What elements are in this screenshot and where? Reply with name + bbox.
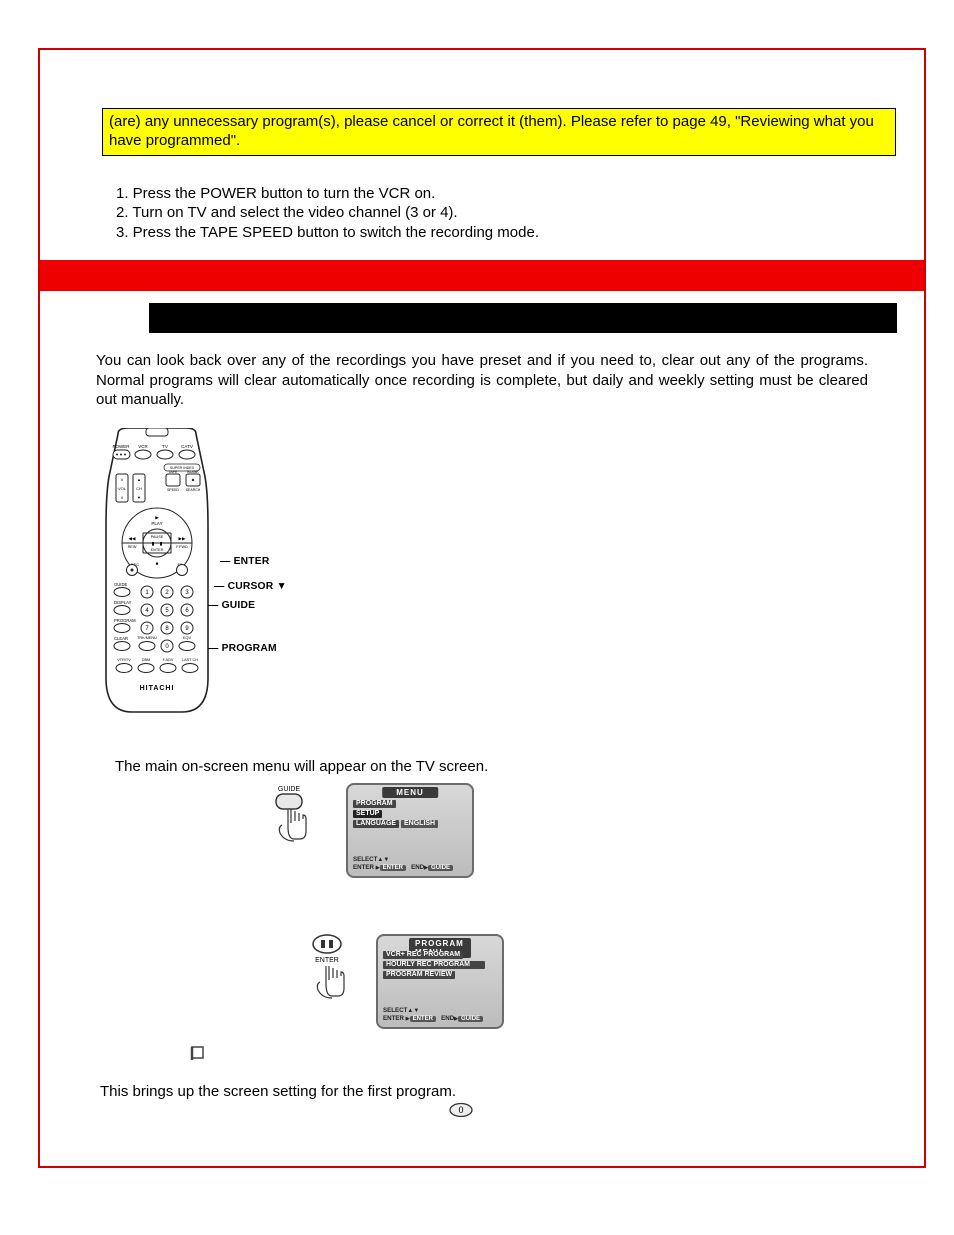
svg-text:GUIDE: GUIDE — [278, 786, 301, 793]
svg-text:DISPLAY: DISPLAY — [114, 600, 132, 605]
svg-text:▲: ▲ — [137, 477, 141, 482]
svg-text:CATV: CATV — [181, 444, 193, 449]
svg-text:∧: ∧ — [121, 477, 124, 482]
remote-callouts: — ENTER — CURSOR ▼ — GUIDE — PROGRAM — [220, 556, 287, 654]
svg-text:CH: CH — [136, 486, 142, 491]
svg-text:PAUSE: PAUSE — [151, 535, 164, 539]
callout-guide: GUIDE — [222, 600, 256, 611]
program-item-review: PROGRAM REVIEW — [383, 971, 455, 980]
menu-title: MENU — [382, 787, 438, 798]
svg-text:CLEAR: CLEAR — [114, 636, 128, 641]
menu-item-setup: SETUP — [353, 810, 382, 819]
svg-text:F.FWD: F.FWD — [176, 545, 188, 549]
svg-text:EQV: EQV — [183, 636, 191, 640]
callout-program: PROGRAM — [222, 643, 277, 654]
svg-text:SPEED: SPEED — [167, 488, 179, 492]
svg-text:PLAY: PLAY — [151, 521, 162, 526]
svg-text:ENTER: ENTER — [315, 957, 339, 964]
svg-text:■: ■ — [156, 561, 159, 566]
callout-enter: ENTER — [234, 556, 270, 567]
note-box: (are) any unnecessary program(s), please… — [102, 108, 896, 156]
svg-text:REW: REW — [128, 545, 137, 549]
menu-item-language-value: ENGLISH — [401, 820, 438, 829]
svg-text:F.ADV: F.ADV — [163, 658, 174, 662]
program-menu-screen: PROGRAM MENU VCR+ REC PROGRAM HOURLY REC… — [376, 934, 504, 1029]
menu-caption: The main on-screen menu will appear on t… — [115, 758, 924, 775]
svg-text:POWER: POWER — [112, 444, 130, 449]
square-icon — [190, 1045, 924, 1065]
svg-text:VTR/TV: VTR/TV — [117, 658, 131, 662]
svg-text:∨: ∨ — [121, 495, 124, 500]
svg-text:PROGRAM: PROGRAM — [114, 618, 136, 623]
step-2: 2. Turn on TV and select the video chann… — [116, 203, 924, 223]
svg-text:TRK/MENU: TRK/MENU — [137, 636, 157, 640]
svg-text:TAPE: TAPE — [169, 470, 179, 474]
svg-text:LAST CH: LAST CH — [182, 658, 198, 662]
svg-text:0: 0 — [458, 1105, 463, 1115]
zero-button-icon: 0 — [448, 1102, 924, 1122]
remote-control-illustration: POWER VCR TV CATV SUPER INDEX — [98, 428, 216, 722]
svg-text:GUIDE: GUIDE — [114, 582, 127, 587]
svg-text:▶▶: ▶▶ — [179, 536, 186, 541]
program-menu-footer: SELECT▲▼ ENTER ▶ENTER END▶GUIDE — [383, 1007, 483, 1023]
svg-text:BLANK: BLANK — [187, 470, 199, 474]
menu-item-program: PROGRAM — [353, 800, 396, 809]
callout-cursor: CURSOR ▼ — [228, 581, 287, 592]
step-1: 1. Press the POWER button to turn the VC… — [116, 184, 924, 204]
svg-text:▼: ▼ — [137, 495, 141, 500]
svg-text:ENTER: ENTER — [151, 548, 164, 552]
review-paragraph: You can look back over any of the record… — [96, 351, 868, 410]
svg-text:TV: TV — [162, 444, 168, 449]
red-divider-bar — [40, 260, 924, 291]
program-item-hourly: HOURLY REC PROGRAM — [383, 961, 485, 970]
note-text: (are) any unnecessary program(s), please… — [109, 113, 874, 149]
program-item-vcrplus: VCR+ REC PROGRAM — [383, 951, 463, 960]
bottom-caption: This brings up the screen setting for th… — [100, 1083, 924, 1100]
svg-text:VCR: VCR — [138, 444, 148, 449]
svg-text:▶: ▶ — [155, 515, 159, 520]
menu-screen: MENU PROGRAM SETUP LANGUAGE ENGLISH – SE… — [346, 783, 474, 878]
menu-item-language: LANGUAGE — [353, 820, 399, 829]
svg-text:VOL: VOL — [118, 486, 127, 491]
svg-text:◀◀: ◀◀ — [129, 536, 136, 541]
menu-footer: SELECT▲▼ ENTER ▶ENTER END▶GUIDE — [353, 856, 453, 872]
svg-text:SEARCH: SEARCH — [186, 488, 201, 492]
svg-text:DBM: DBM — [142, 658, 150, 662]
guide-button-illustration: GUIDE — [264, 783, 314, 857]
step-list: 1. Press the POWER button to turn the VC… — [116, 184, 924, 243]
step-3: 3. Press the TAPE SPEED button to switch… — [116, 223, 924, 243]
enter-button-illustration: ENTER — [302, 934, 352, 1016]
page-frame: (are) any unnecessary program(s), please… — [38, 48, 926, 1168]
black-title-bar — [149, 303, 897, 333]
svg-text:HITACHI: HITACHI — [140, 685, 175, 692]
